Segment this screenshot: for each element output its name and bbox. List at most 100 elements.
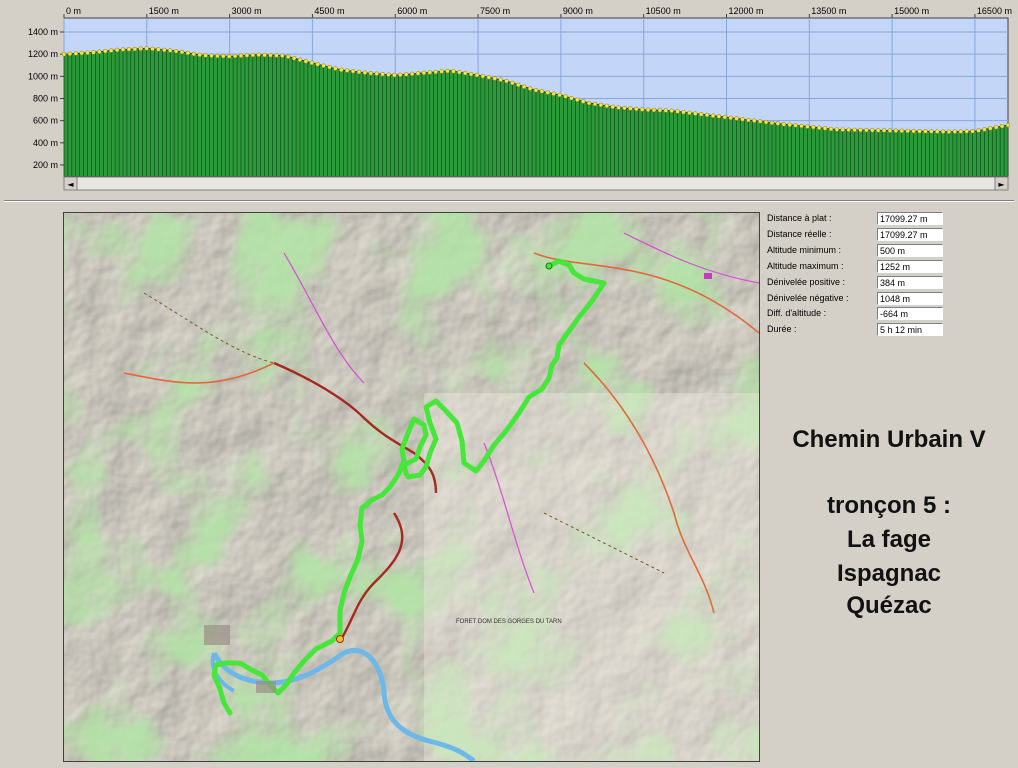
profile-y-tick-label: 1200 m [28, 49, 58, 59]
profile-waypoint [321, 63, 326, 68]
profile-waypoint [551, 91, 556, 96]
profile-waypoint [598, 102, 604, 108]
profile-waypoint [309, 60, 315, 66]
profile-waypoint [215, 53, 220, 59]
profile-waypoint [368, 71, 374, 76]
profile-waypoint [403, 72, 409, 77]
profile-waypoint [380, 71, 385, 77]
profile-waypoint [386, 72, 391, 77]
profile-waypoint [822, 126, 828, 131]
profile-waypoint [256, 52, 261, 58]
profile-x-tick-label: 7500 m [480, 6, 510, 16]
profile-waypoint [557, 92, 562, 98]
profile-waypoint [834, 127, 840, 132]
profile-waypoint [864, 127, 869, 133]
profile-waypoint [923, 129, 928, 134]
stat-value-field: 384 m [877, 275, 943, 289]
profile-waypoint [203, 53, 208, 58]
profile-waypoint [616, 105, 621, 110]
stat-value-field: 500 m [877, 243, 943, 257]
profile-waypoint [940, 129, 946, 134]
profile-x-tick-label: 0 m [66, 6, 81, 16]
profile-waypoint [486, 75, 492, 80]
profile-waypoint [197, 52, 202, 58]
profile-waypoint [462, 70, 468, 76]
profile-waypoint [280, 53, 285, 58]
profile-waypoint [993, 125, 999, 130]
route-name: Chemin Urbain V [792, 426, 986, 453]
profile-waypoint [356, 69, 362, 75]
profile-waypoint [468, 71, 474, 77]
profile-waypoint [510, 80, 515, 86]
route-waypoint-marker [336, 635, 344, 643]
profile-waypoint [226, 54, 232, 59]
scroll-right-arrow-icon[interactable]: ► [998, 180, 1005, 189]
profile-waypoint [781, 121, 787, 127]
profile-waypoint [521, 84, 527, 89]
profile-waypoint [480, 73, 486, 79]
profile-waypoint [392, 72, 397, 78]
profile-waypoint [79, 50, 84, 56]
topographic-map[interactable]: FORET DOM DES GORGES DU TARN [63, 212, 760, 762]
profile-waypoint [262, 52, 267, 58]
profile-waypoint [669, 108, 674, 113]
profile-waypoint [793, 123, 798, 128]
stat-row: Dénivelée négative : 1048 m [764, 291, 1014, 307]
profile-waypoint [138, 46, 143, 51]
profile-waypoint [533, 87, 539, 93]
profile-y-tick-label: 1000 m [28, 71, 58, 81]
profile-waypoint [799, 123, 804, 129]
stat-label: Dénivelée positive : [767, 276, 846, 287]
profile-waypoint [982, 127, 987, 132]
profile-waypoint [244, 53, 250, 58]
profile-x-tick-label: 15000 m [894, 6, 929, 16]
profile-waypoint [887, 128, 893, 133]
profile-waypoint [958, 129, 964, 134]
profile-waypoint [622, 105, 627, 111]
profile-waypoint [911, 128, 916, 134]
profile-waypoint [421, 70, 427, 76]
stat-label: Altitude minimum : [767, 244, 842, 255]
profile-waypoint [816, 125, 822, 131]
profile-waypoint [339, 67, 344, 73]
village-marker [204, 625, 230, 645]
profile-waypoint [85, 50, 90, 55]
profile-waypoint [710, 113, 716, 118]
scroll-left-arrow-icon[interactable]: ◄ [67, 180, 74, 189]
profile-waypoint [232, 53, 238, 59]
stat-row: Altitude maximum : 1252 m [764, 259, 1014, 275]
profile-waypoint [663, 108, 669, 113]
map-canvas: FORET DOM DES GORGES DU TARN [64, 213, 759, 761]
profile-waypoint [740, 117, 745, 122]
profile-waypoint [604, 103, 610, 109]
profile-waypoint [427, 70, 433, 75]
profile-waypoint [91, 50, 96, 55]
profile-waypoint [899, 128, 905, 134]
profile-waypoint [445, 68, 450, 74]
profile-waypoint [333, 66, 338, 71]
profile-waypoint [238, 53, 244, 58]
village-marker [704, 273, 712, 279]
village-marker [256, 681, 276, 693]
profile-waypoint [173, 48, 179, 54]
profile-waypoint [144, 46, 149, 51]
stat-label: Durée : [767, 324, 797, 335]
profile-waypoint [492, 76, 497, 81]
profile-waypoint [291, 55, 297, 61]
profile-waypoint [167, 48, 173, 53]
profile-waypoint [327, 64, 332, 70]
map-rocky-area [424, 393, 759, 761]
map-label-forest: FORET DOM DES GORGES DU TARN [456, 619, 562, 625]
elevation-profile-chart: 0 m 1500 m 3000 m 4500 m 6000 m 7500 m 9000 m 1… [28, 6, 1012, 191]
profile-waypoint [704, 112, 710, 118]
profile-waypoint [474, 72, 480, 78]
profile-scrollbar[interactable] [63, 176, 1009, 191]
profile-waypoint [285, 54, 291, 59]
profile-waypoint [67, 51, 73, 57]
profile-y-tick-label: 600 m [33, 116, 58, 126]
profile-waypoint [610, 104, 615, 110]
profile-waypoint [964, 129, 969, 134]
stat-row: Durée : 5 h 12 min [764, 323, 1014, 338]
profile-waypoint [1005, 122, 1011, 128]
profile-waypoint [185, 50, 191, 56]
